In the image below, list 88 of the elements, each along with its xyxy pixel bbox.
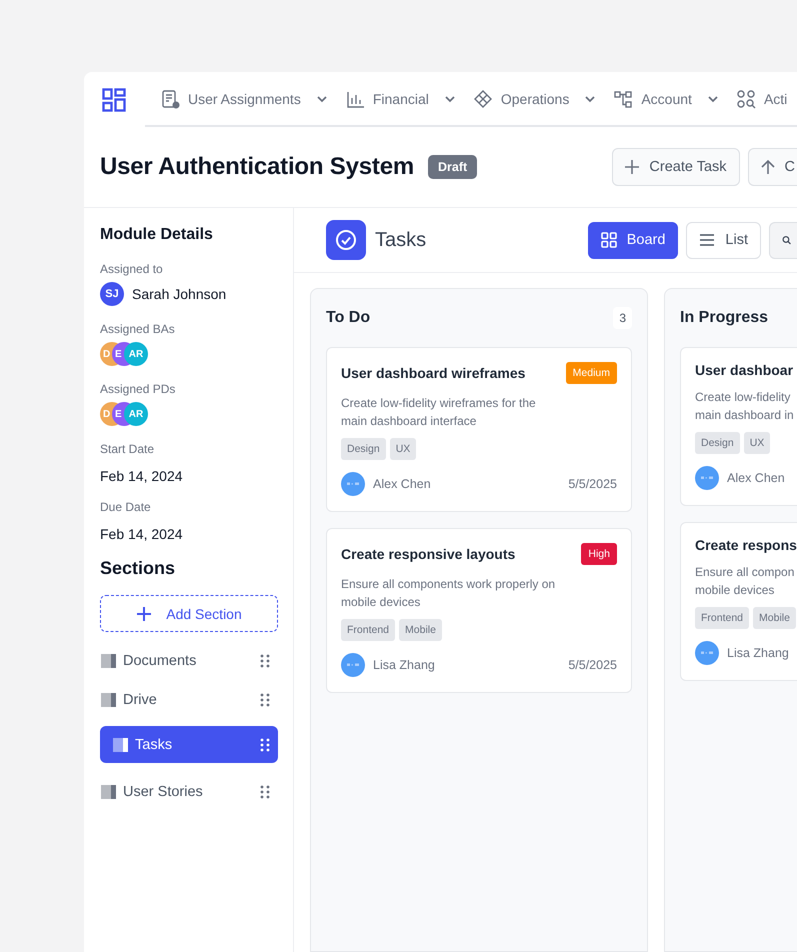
plus-icon: [623, 158, 642, 176]
task-card[interactable]: Create responsive layouts High Ensure all components work properly on mobile devices Frontend Mobile Lisa Zhang 5/5/2025: [326, 528, 632, 693]
task-card[interactable]: Create respons Ensure all compon mobile devices Frontend Mobile Lisa Zhang: [680, 522, 797, 681]
drag-handle-icon[interactable]: [260, 692, 270, 706]
user-avatar: SJ: [100, 282, 124, 306]
hierarchy-icon: [613, 88, 634, 108]
action-button[interactable]: Create Task: [612, 148, 740, 186]
due-date: 5/5/2025: [568, 477, 617, 491]
drag-handle-icon[interactable]: [260, 784, 270, 798]
grid-icon: [600, 232, 617, 248]
section-icon: [101, 652, 117, 668]
field-label: Due Date: [100, 500, 152, 514]
field-label: Assigned BAs: [100, 322, 176, 336]
nav-menu-item[interactable]: User Assignments: [160, 88, 327, 108]
field-label: Start Date: [100, 442, 156, 456]
task-title: Create responsive layouts: [341, 546, 516, 562]
list-icon: [699, 232, 716, 248]
task-tag: Design: [341, 438, 386, 460]
section-label: User Stories: [123, 784, 203, 800]
circles-search-icon: [736, 88, 756, 108]
section-item[interactable]: Drive: [100, 681, 278, 718]
logo-icon[interactable]: [102, 88, 126, 112]
avatar-icon: [695, 641, 719, 665]
section-item[interactable]: User Stories: [100, 773, 278, 810]
task-tag: UX: [744, 432, 770, 454]
drag-handle-icon[interactable]: [260, 654, 270, 668]
task-tag: Frontend: [695, 607, 750, 629]
field-label: Assigned to: [100, 262, 164, 276]
sidebar-title: Module Details: [100, 226, 214, 244]
page-title: User Authentication System: [100, 153, 414, 181]
nav-menu-item[interactable]: Acti: [736, 88, 788, 108]
task-tag: Mobile: [399, 619, 442, 641]
task-title: User dashboar: [695, 362, 794, 378]
action-button[interactable]: C: [748, 148, 797, 186]
task-tag: Frontend: [341, 619, 396, 641]
assignee-name: Alex Chen: [373, 477, 431, 491]
task-description: Create low-fidelity wireframes for the main dashboard interface: [341, 395, 537, 430]
view-toggle[interactable]: Board: [588, 222, 678, 258]
task-title: User dashboard wireframes: [341, 365, 526, 381]
assignee-name: Alex Chen: [727, 471, 785, 485]
priority-badge: Medium: [566, 362, 617, 384]
section-icon: [101, 692, 117, 708]
task-title: Create respons: [695, 537, 797, 553]
avatar-icon: [695, 466, 719, 490]
search-button[interactable]: [769, 222, 797, 258]
status-badge: Draft: [428, 155, 478, 179]
task-tag: Mobile: [753, 607, 796, 629]
assignee-name: Lisa Zhang: [727, 646, 789, 660]
due-date: 5/5/2025: [568, 658, 617, 672]
task-card[interactable]: User dashboard wireframes Medium Create low-fidelity wireframes for the main dashboard interface Design UX Alex Chen 5/5/2025: [326, 347, 632, 512]
date-value: Feb 14, 2024: [100, 468, 184, 484]
section-label: Documents: [123, 652, 196, 668]
assignee-name: Sarah Johnson: [132, 286, 226, 302]
user-avatar: AR: [124, 342, 148, 366]
task-tag: Design: [695, 432, 740, 454]
column-title: In Progress: [680, 309, 768, 327]
nav-menu-item[interactable]: Operations: [472, 88, 596, 108]
section-icon: [113, 736, 129, 752]
task-card[interactable]: User dashboar Create low-fidelity main dashboard in Design UX Alex Chen: [680, 347, 797, 506]
user-avatar: AR: [124, 402, 148, 426]
section-item[interactable]: Documents: [100, 642, 278, 679]
task-description: Create low-fidelity main dashboard in: [695, 389, 795, 424]
sections-title: Sections: [100, 558, 176, 579]
section-icon: [101, 784, 117, 800]
section-item[interactable]: Tasks: [100, 726, 278, 763]
task-description: Ensure all components work properly on mobile devices: [341, 576, 556, 611]
assignee-name: Lisa Zhang: [373, 658, 435, 672]
nav-menu-item[interactable]: Financial: [344, 88, 455, 108]
field-label: Assigned PDs: [100, 382, 176, 396]
task-count: 3: [613, 307, 632, 329]
tasks-title: Tasks: [375, 228, 426, 252]
avatar-icon: [341, 653, 365, 677]
section-label: Drive: [123, 692, 157, 708]
nav-menu-item[interactable]: Account: [613, 88, 718, 108]
avatar-icon: [341, 472, 365, 496]
task-tag: UX: [390, 438, 416, 460]
column-title: To Do: [326, 309, 370, 327]
plus-icon: [136, 606, 152, 622]
task-description: Ensure all compon mobile devices: [695, 564, 796, 599]
drag-handle-icon[interactable]: [260, 738, 270, 752]
view-toggle[interactable]: List: [686, 222, 761, 258]
report-icon: [160, 88, 180, 108]
section-label: Tasks: [135, 736, 172, 752]
date-value: Feb 14, 2024: [100, 526, 184, 542]
arrow-up-icon: [758, 158, 777, 176]
diamond-icon: [472, 88, 493, 108]
priority-badge: High: [581, 543, 617, 565]
add-section-button[interactable]: Add Section: [100, 595, 278, 632]
